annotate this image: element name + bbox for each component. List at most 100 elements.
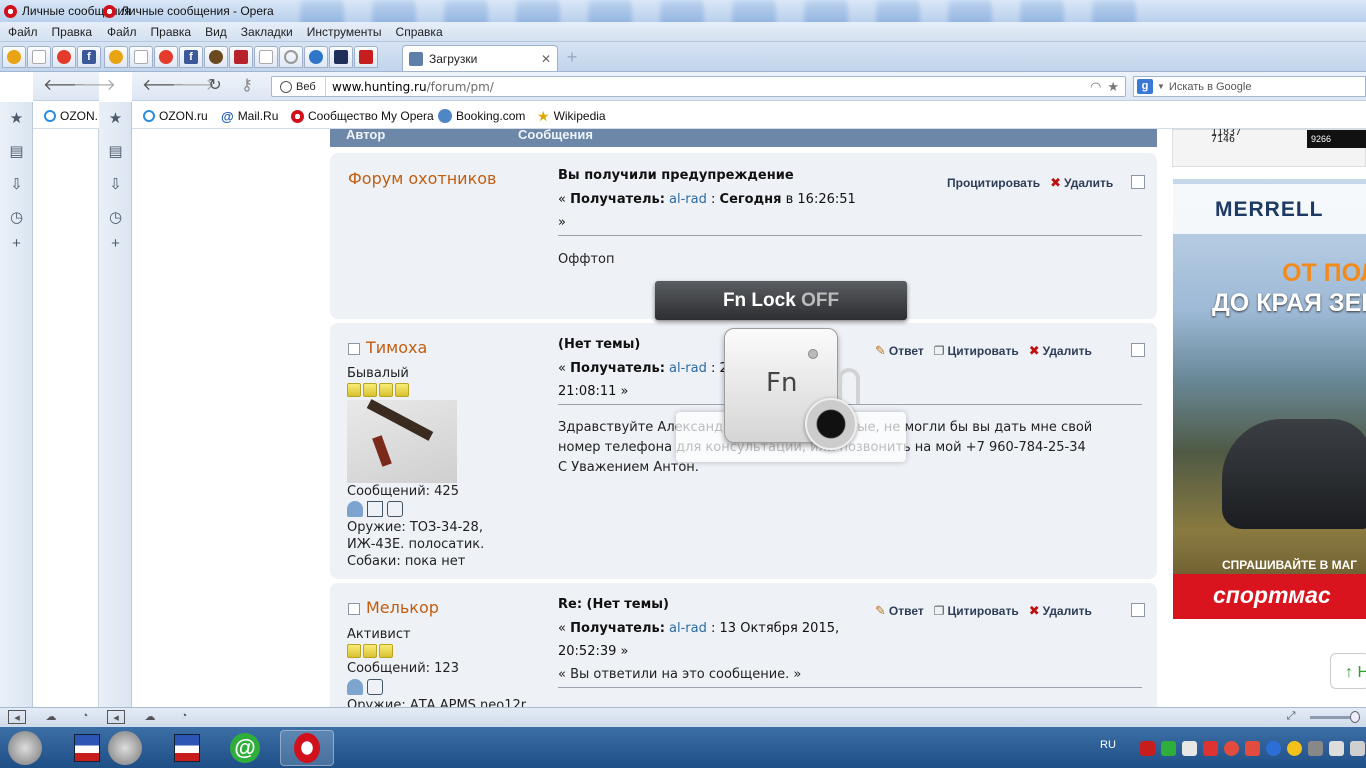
downloads-panel-icon[interactable]: ⇩ — [99, 174, 132, 196]
bookmark-ozon-left[interactable]: OZON. — [44, 108, 98, 124]
mail-tray-icon[interactable] — [1202, 740, 1218, 756]
menu-tools[interactable]: Инструменты — [300, 24, 389, 40]
downloads-panel-icon[interactable]: ⇩ — [0, 174, 33, 196]
select-checkbox[interactable] — [1131, 175, 1145, 189]
key-icon[interactable]: ⚷ — [236, 76, 258, 96]
delete-button[interactable]: ✖ Удалить — [1029, 343, 1092, 359]
panel-toggle-icon[interactable]: ◂ — [8, 710, 26, 724]
bookmark-mailru[interactable]: @ Mail.Ru — [221, 108, 278, 124]
add-panel-icon[interactable]: + — [99, 233, 132, 255]
address-bar[interactable]: Веб www.hunting.ru/forum/pm/ ◠ ★ — [271, 76, 1126, 97]
back-button-left[interactable]: 🡐 — [43, 76, 86, 96]
tab-downloads[interactable]: Загрузки ✕ — [402, 45, 558, 71]
tab-ozon-2[interactable] — [104, 46, 128, 68]
device-icon[interactable] — [1328, 740, 1344, 756]
menu-help[interactable]: Справка — [389, 24, 450, 40]
select-checkbox[interactable] — [1131, 343, 1145, 357]
new-tab-button[interactable]: + — [563, 48, 581, 67]
message-icon[interactable] — [387, 501, 403, 517]
forward-button-left[interactable]: 🡒 — [73, 76, 116, 96]
url-text[interactable]: www.hunting.ru/forum/pm/ — [326, 80, 494, 94]
chevron-down-icon[interactable]: ▼ — [1157, 82, 1165, 91]
pdf-icon[interactable] — [1139, 740, 1155, 756]
delete-button[interactable]: ✖ Удалить — [1029, 603, 1092, 619]
notes-panel-icon[interactable]: ▤ — [99, 141, 132, 163]
menu-bookmarks[interactable]: Закладки — [234, 24, 300, 40]
antivirus-icon[interactable] — [1244, 740, 1260, 756]
view-icon[interactable]: ⤢ — [1282, 710, 1300, 724]
speed-dial-icon[interactable]: ◔ — [76, 710, 94, 724]
delete-button[interactable]: ✖ Удалить — [1050, 175, 1113, 191]
bookmarks-panel-icon[interactable]: ★ — [99, 108, 132, 130]
tab-site[interactable] — [52, 46, 76, 68]
tab-facebook-2[interactable]: f — [179, 46, 203, 68]
tab-blank[interactable] — [27, 46, 51, 68]
bookmark-wikipedia[interactable]: ★ Wikipedia — [537, 108, 606, 124]
cloud-icon[interactable]: ☁ — [42, 710, 60, 724]
post-author[interactable]: Форум охотников — [348, 169, 496, 188]
bookmark-my-opera[interactable]: Сообщество My Opera — [291, 108, 434, 124]
tab-edit[interactable] — [304, 46, 328, 68]
menu-edit[interactable]: Правка — [144, 24, 199, 40]
history-panel-icon[interactable]: ◷ — [99, 207, 132, 229]
recipient-link[interactable]: al-rad — [669, 361, 707, 376]
tab-blank-2[interactable] — [129, 46, 153, 68]
tab-loading[interactable] — [279, 46, 303, 68]
flag-icon[interactable] — [1181, 740, 1197, 756]
select-checkbox[interactable] — [1131, 603, 1145, 617]
quote-button[interactable]: ❐ Цитировать — [934, 604, 1019, 618]
quote-button[interactable]: Процитировать — [947, 176, 1040, 190]
reload-button[interactable]: ↻ — [204, 76, 226, 96]
reply-button[interactable]: ✎ Ответ — [875, 343, 924, 359]
media-icon[interactable] — [1223, 740, 1239, 756]
profile-icon[interactable] — [347, 501, 363, 517]
back-button[interactable]: 🡐 — [142, 76, 185, 96]
zoom-slider-handle[interactable] — [1350, 711, 1360, 723]
menu-file[interactable]: Файл — [1, 24, 45, 40]
close-tab-icon[interactable]: ✕ — [541, 52, 551, 66]
tab-hunting[interactable] — [204, 46, 228, 68]
menu-view[interactable]: Вид — [198, 24, 234, 40]
menu-edit[interactable]: Правка — [45, 24, 100, 40]
language-indicator[interactable]: RU — [1100, 739, 1116, 751]
taskbar-mail-agent[interactable]: @ — [226, 730, 264, 766]
reply-button[interactable]: ✎ Ответ — [875, 603, 924, 619]
author-checkbox[interactable] — [348, 343, 360, 355]
quote-button[interactable]: ❐ Цитировать — [934, 344, 1019, 358]
rss-icon[interactable]: ◠ — [1090, 79, 1101, 95]
tab-close-x[interactable] — [329, 46, 353, 68]
tab-calendar[interactable] — [229, 46, 253, 68]
bookmark-booking[interactable]: Booking.com — [438, 108, 525, 124]
recipient-link[interactable]: al-rad — [669, 192, 707, 207]
smiley-icon[interactable] — [1286, 740, 1302, 756]
menu-file[interactable]: Файл — [100, 24, 144, 40]
author-checkbox[interactable] — [348, 603, 360, 615]
panel-toggle-icon[interactable]: ◂ — [107, 710, 125, 724]
tab-facebook[interactable]: f — [77, 46, 101, 68]
tab-ozon[interactable] — [2, 46, 26, 68]
bluetooth-icon[interactable] — [1265, 740, 1281, 756]
taskbar-orb[interactable] — [106, 730, 144, 766]
check-icon[interactable] — [1160, 740, 1176, 756]
tab-shoe[interactable] — [354, 46, 378, 68]
advertisement[interactable] — [1173, 179, 1366, 619]
ad-top-banner[interactable]: 11837 7146 9266 — [1172, 129, 1366, 167]
bookmark-ozon[interactable]: OZON.ru — [143, 108, 208, 124]
post-author[interactable]: Мелькор — [366, 598, 439, 617]
profile-icon[interactable] — [347, 679, 363, 695]
search-input[interactable]: g ▼ Искать в Google — [1133, 76, 1366, 97]
network-icon[interactable] — [1349, 740, 1365, 756]
recipient-link[interactable]: al-rad — [669, 621, 707, 636]
tab-blank-3[interactable] — [254, 46, 278, 68]
forward-button[interactable]: 🡒 — [172, 76, 215, 96]
cloud-icon[interactable]: ☁ — [141, 710, 159, 724]
taskbar-floppy-2[interactable] — [168, 730, 206, 766]
post-author[interactable]: Тимоха — [366, 338, 427, 357]
message-icon[interactable] — [367, 679, 383, 695]
notes-panel-icon[interactable]: ▤ — [0, 141, 33, 163]
taskbar-opera[interactable] — [280, 730, 334, 766]
history-panel-icon[interactable]: ◷ — [0, 207, 33, 229]
web-badge[interactable]: Веб — [272, 77, 326, 96]
taskbar-floppy[interactable] — [68, 730, 106, 766]
scroll-up-button[interactable]: ↑ Н — [1330, 653, 1366, 689]
